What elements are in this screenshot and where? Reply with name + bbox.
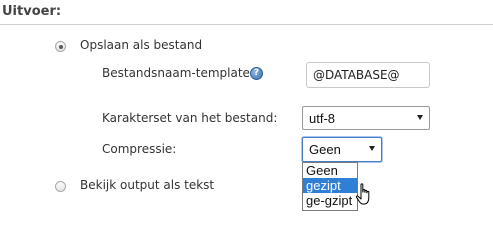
hand-cursor-icon	[355, 183, 370, 205]
charset-label: Karakterset van het bestand:	[102, 111, 278, 125]
compression-dropdown-list: Geen gezipt ge-gzipt	[302, 162, 358, 211]
filename-template-input[interactable]	[306, 62, 430, 88]
compression-option-geen[interactable]: Geen	[303, 163, 357, 178]
compression-option-ge-gzipt[interactable]: ge-gzipt	[303, 193, 357, 208]
legend-divider	[0, 24, 493, 25]
section-legend: Uitvoer:	[2, 4, 62, 19]
compression-select-value: Geen	[309, 142, 341, 157]
chevron-down-icon	[369, 146, 375, 151]
compression-select[interactable]: Geen	[302, 137, 382, 162]
view-as-text-radio[interactable]	[55, 181, 66, 192]
help-icon[interactable]: ?	[250, 67, 263, 80]
filename-template-label: Bestandsnaam-template:	[102, 66, 254, 80]
chevron-down-icon	[417, 115, 423, 120]
save-as-file-radio[interactable]	[55, 41, 66, 52]
charset-select-value: utf-8	[309, 111, 336, 126]
save-as-file-label[interactable]: Opslaan als bestand	[80, 38, 202, 52]
compression-label: Compressie:	[102, 142, 177, 156]
view-as-text-label[interactable]: Bekijk output als tekst	[80, 178, 214, 192]
charset-select[interactable]: utf-8	[302, 106, 430, 130]
compression-option-gezipt[interactable]: gezipt	[303, 178, 357, 193]
